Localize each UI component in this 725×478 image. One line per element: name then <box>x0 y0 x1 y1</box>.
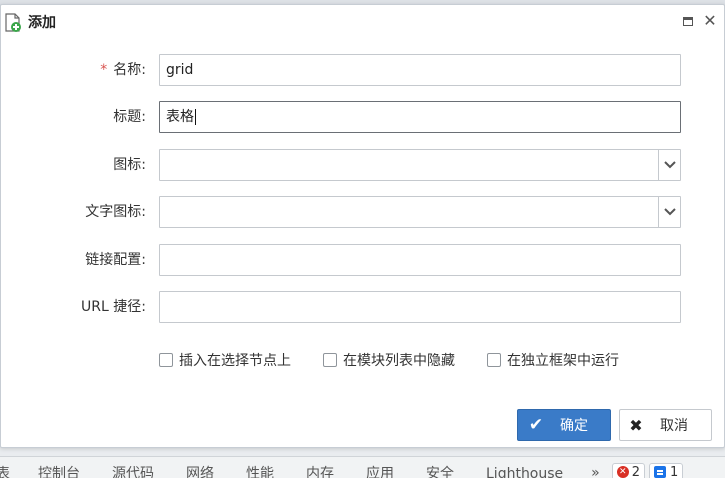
close-button[interactable]: ✕ <box>702 13 718 29</box>
title-input-value: 表格 <box>166 109 194 125</box>
title-label: 标题: <box>113 109 146 125</box>
required-mark: * <box>100 62 108 78</box>
checkbox-label: 在模块列表中隐藏 <box>343 353 455 369</box>
checkbox-box[interactable] <box>487 353 501 367</box>
checkbox-label: 插入在选择节点上 <box>179 353 291 369</box>
dialog-title: 添加 <box>28 15 56 31</box>
cancel-button-label: 取消 <box>660 418 688 434</box>
maximize-icon <box>683 17 693 26</box>
devtools-tab-security[interactable]: 安全 <box>426 457 454 478</box>
chevron-down-icon <box>663 161 676 169</box>
run-in-frame-checkbox[interactable]: 在独立框架中运行 <box>487 350 619 370</box>
devtools-tab-elements[interactable]: 表 <box>0 457 10 478</box>
devtools-tab-sources[interactable]: 源代码 <box>112 457 154 478</box>
devtools-tabbar: 表 控制台 源代码 网络 性能 内存 应用 安全 Lighthouse » ✕ … <box>0 456 725 478</box>
close-icon: ✖ <box>629 415 643 435</box>
icon-select[interactable] <box>159 149 681 181</box>
message-icon <box>654 466 667 478</box>
name-input[interactable] <box>159 54 681 86</box>
devtools-tab-memory[interactable]: 内存 <box>306 457 334 478</box>
devtools-tab-console[interactable]: 控制台 <box>38 457 80 478</box>
checkbox-box[interactable] <box>159 353 173 367</box>
devtools-tab-lighthouse[interactable]: Lighthouse <box>486 457 563 478</box>
options-checkbox-row: 插入在选择节点上 在模块列表中隐藏 在独立框架中运行 <box>159 350 651 370</box>
add-document-icon <box>5 13 21 32</box>
form-row-url-shortcut: URL 捷径: <box>1 291 725 323</box>
title-input[interactable]: 表格 <box>159 101 681 133</box>
close-icon: ✕ <box>703 11 717 30</box>
text-icon-label: 文字图标: <box>85 204 146 220</box>
chevron-down-icon <box>663 208 676 216</box>
hide-in-module-list-checkbox[interactable]: 在模块列表中隐藏 <box>323 350 455 370</box>
text-icon-select-dropdown[interactable] <box>658 197 680 227</box>
icon-label: 图标: <box>113 157 146 173</box>
link-config-label: 链接配置: <box>85 252 146 268</box>
text-cursor <box>195 109 196 125</box>
form-row-icon: 图标: <box>1 149 725 181</box>
check-icon: ✔ <box>528 415 544 435</box>
form-row-link-config: 链接配置: <box>1 244 725 276</box>
form-row-text-icon: 文字图标: <box>1 196 725 228</box>
confirm-button[interactable]: ✔ 确定 <box>517 409 611 441</box>
more-tabs-button[interactable]: » <box>591 457 600 478</box>
error-count: 2 <box>631 464 641 478</box>
cancel-button[interactable]: ✖ 取消 <box>619 409 712 441</box>
error-count-badge[interactable]: ✕ 2 <box>611 463 646 478</box>
link-config-input[interactable] <box>159 244 681 276</box>
form-row-title: 标题: 表格 <box>1 101 725 133</box>
checkbox-label: 在独立框架中运行 <box>507 353 619 369</box>
url-shortcut-label: URL 捷径: <box>81 299 146 315</box>
text-icon-select[interactable] <box>159 196 681 228</box>
message-count-badge[interactable]: 1 <box>649 463 684 478</box>
form-row-name: * 名称: <box>1 54 725 86</box>
url-shortcut-input[interactable] <box>159 291 681 323</box>
checkbox-box[interactable] <box>323 353 337 367</box>
maximize-button[interactable] <box>680 13 696 29</box>
message-count: 1 <box>670 464 679 478</box>
error-icon: ✕ <box>616 466 629 478</box>
devtools-tab-application[interactable]: 应用 <box>366 457 394 478</box>
devtools-tab-network[interactable]: 网络 <box>186 457 214 478</box>
icon-select-dropdown[interactable] <box>658 150 680 180</box>
name-label: * 名称: <box>100 62 146 78</box>
add-dialog: 添加 ✕ *名称: 标题: 表格 图标: 文字图标: <box>0 4 725 448</box>
devtools-tab-performance[interactable]: 性能 <box>246 457 274 478</box>
dialog-header: 添加 ✕ <box>1 5 724 39</box>
confirm-button-label: 确定 <box>560 418 588 434</box>
insert-on-selected-node-checkbox[interactable]: 插入在选择节点上 <box>159 350 291 370</box>
